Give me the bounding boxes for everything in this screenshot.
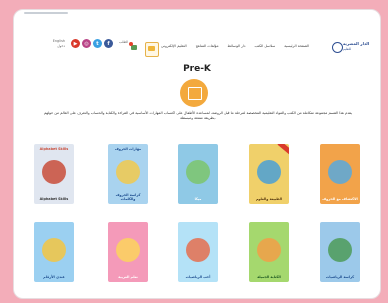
- instagram-icon[interactable]: ◎: [82, 39, 91, 48]
- nav-item-elearning[interactable]: التعليم الإلكتروني: [161, 44, 187, 48]
- book-title: الاكتشاف مع الحروف: [322, 197, 358, 201]
- book-illustration: [257, 160, 281, 184]
- youtube-icon[interactable]: ▶: [71, 39, 80, 48]
- book-card[interactable]: الاكتشاف مع الحروف: [320, 144, 360, 204]
- logo-mark: [332, 42, 343, 53]
- book-title: تعلم العربية: [118, 275, 138, 279]
- url-strip: [24, 12, 68, 14]
- book-illustration: [116, 238, 140, 262]
- book-illustration: [186, 238, 210, 262]
- book-top-label: مهارات الحروف: [114, 147, 142, 151]
- social-links: ▶ ◎ t f: [71, 39, 113, 48]
- book-illustration: [186, 160, 210, 184]
- language-switch[interactable]: English دخول: [47, 39, 65, 48]
- book-illustration: [42, 160, 66, 184]
- page-title: Pre-K: [183, 64, 211, 74]
- book-card[interactable]: الطبيعة والعلوم: [249, 144, 289, 204]
- book-card[interactable]: Alphabet Skills Alphabet Skills: [34, 144, 74, 204]
- logo-subtext: للتعليم: [343, 47, 352, 51]
- site-logo[interactable]: الدار المصرية للتعليم: [332, 40, 372, 54]
- book-title: كراسة الرياضيات: [325, 275, 355, 279]
- book-card[interactable]: مهارات الحروف كراسة الحروف والكلمات: [108, 144, 148, 204]
- book-title: Alphabet Skills: [39, 197, 69, 201]
- book-title: أحب الرياضيات: [185, 275, 211, 279]
- logo-text: الدار المصرية: [343, 41, 370, 46]
- book-card[interactable]: عندي الأرقام: [34, 222, 74, 282]
- login-label[interactable]: دخول: [47, 44, 65, 49]
- section-hero-icon: [180, 79, 208, 107]
- book-card[interactable]: أحب الرياضيات: [178, 222, 218, 282]
- book-illustration: [257, 238, 281, 262]
- book-illustration: [328, 160, 352, 184]
- book-illustration: [116, 160, 140, 184]
- nav-item-media[interactable]: دار الوسائط: [228, 44, 246, 48]
- book-illustration: [42, 238, 66, 262]
- cart-button[interactable]: الطلب: [119, 40, 137, 54]
- catalog-icon[interactable]: [145, 42, 159, 57]
- section-description: يقدم هذا القسم مجموعة متكاملة من الكتب و…: [44, 111, 352, 120]
- browser-frame: English دخول ▶ ◎ t f الطلب التعليم الإلك…: [13, 9, 381, 299]
- book-card[interactable]: تعلم العربية: [108, 222, 148, 282]
- book-top-label: Alphabet Skills: [39, 147, 69, 151]
- nav-item-series[interactable]: سلاسل الكتب: [255, 44, 276, 48]
- book-title: عندي الأرقام: [43, 275, 65, 279]
- book-title: الكتابة الجميلة: [257, 275, 281, 279]
- facebook-icon[interactable]: f: [104, 39, 113, 48]
- book-title: الطبيعة والعلوم: [255, 197, 283, 201]
- twitter-icon[interactable]: t: [93, 39, 102, 48]
- book-title: ميكا: [194, 197, 202, 201]
- cart-badge: [129, 42, 133, 46]
- book-card[interactable]: الكتابة الجميلة: [249, 222, 289, 282]
- nav-item-home[interactable]: الصفحة الرئيسية: [284, 44, 309, 48]
- book-card[interactable]: كراسة الرياضيات: [320, 222, 360, 282]
- book-card[interactable]: ميكا: [178, 144, 218, 204]
- main-nav: التعليم الإلكتروني مؤلفات المناهج دار ال…: [161, 44, 309, 48]
- book-title: كراسة الحروف والكلمات: [115, 193, 141, 201]
- nav-item-curricula[interactable]: مؤلفات المناهج: [196, 44, 219, 48]
- book-illustration: [328, 238, 352, 262]
- site-header: English دخول ▶ ◎ t f الطلب التعليم الإلك…: [14, 17, 380, 59]
